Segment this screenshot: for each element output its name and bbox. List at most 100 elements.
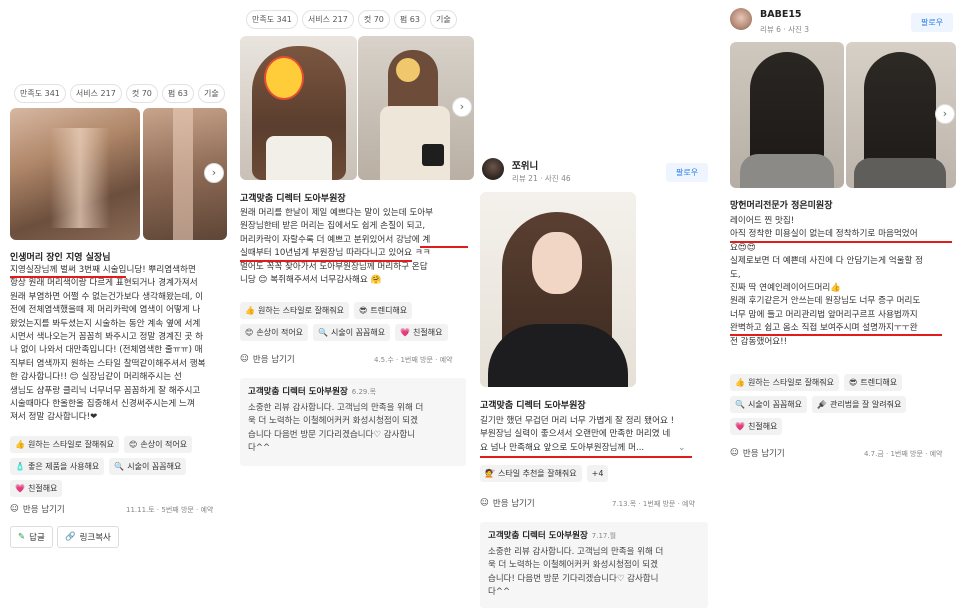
smiley-outline-icon: ☺ bbox=[240, 354, 249, 364]
review-photo-1[interactable] bbox=[240, 36, 357, 180]
tag-item: 👍 원하는 스타일로 잘해줘요 bbox=[730, 374, 840, 391]
chevron-right-icon: › bbox=[942, 107, 948, 120]
highlight-underline bbox=[480, 456, 692, 458]
review-text: 원래 머리를 한날이 제일 예쁘다는 말이 있는데 도아부 원장님한테 받은 머리… bbox=[240, 208, 434, 286]
review-photo-1[interactable] bbox=[730, 42, 844, 188]
next-photo-arrow[interactable]: › bbox=[204, 163, 224, 183]
react-button[interactable]: ☺ 반응 남기기 bbox=[240, 353, 295, 365]
chip-satisfaction[interactable]: 만족도 341 bbox=[246, 10, 298, 29]
avatar[interactable] bbox=[730, 8, 752, 30]
hair-icon: 💇 bbox=[485, 469, 495, 478]
tag-item: 💗 친절해요 bbox=[730, 418, 783, 435]
bottle-icon: 🧴 bbox=[15, 462, 25, 471]
smiley-outline-icon: ☺ bbox=[730, 448, 739, 458]
heart-icon: 💗 bbox=[735, 422, 745, 431]
chevron-right-icon: › bbox=[459, 100, 465, 113]
tag-list: 👍 원하는 스타일로 잘해줘요 😎 트렌디해요 😊 손상이 적어요 🔍 시술이 꼼꼼해요… bbox=[240, 302, 460, 341]
review-card-3: 쪼위니 리뷰 21 · 사진 46 팔로우 고객맞춤 디렉터 도아부원장 길기만… bbox=[474, 0, 716, 608]
tag-item: 😎 트렌디해요 bbox=[844, 374, 903, 391]
review-text: 지영실장님께 벌써 3번째 시술입니당! 뿌리염색하면 항상 원래 머리색이랑 다… bbox=[10, 265, 206, 423]
tag-item: 🔍 시술이 꼼꼼해요 bbox=[109, 458, 187, 475]
sunglasses-icon: 😎 bbox=[849, 378, 858, 387]
review-card-2: 만족도 341 서비스 217 컷 70 펌 63 기술 › 고객맞춤 디렉터 … bbox=[234, 0, 474, 608]
reply-author: 고객맞춤 디렉터 도아부원장 7.17.월 bbox=[488, 531, 617, 541]
user-name[interactable]: 쪼위니 bbox=[512, 158, 538, 172]
chip-skill[interactable]: 기술 bbox=[430, 10, 457, 29]
smile-icon: 😊 bbox=[129, 440, 138, 449]
chip-cut[interactable]: 컷 70 bbox=[357, 10, 390, 29]
chip-perm[interactable]: 펌 63 bbox=[161, 84, 194, 103]
chip-skill[interactable]: 기술 bbox=[198, 84, 225, 103]
smiley-outline-icon: ☺ bbox=[480, 498, 489, 508]
magnifier-icon: 🔍 bbox=[318, 328, 329, 337]
react-button[interactable]: ☺ 반응 남기기 bbox=[480, 497, 535, 509]
magnifier-icon: 🔍 bbox=[114, 462, 125, 471]
react-button[interactable]: ☺ 반응 남기기 bbox=[10, 503, 65, 515]
react-button[interactable]: ☺ 반응 남기기 bbox=[730, 447, 785, 459]
chip-service[interactable]: 서비스 217 bbox=[69, 84, 122, 103]
tag-item: 😊 손상이 적어요 bbox=[240, 324, 309, 341]
visit-meta: 4.7.금 · 1번째 방문 · 예약 bbox=[864, 450, 943, 458]
avatar[interactable] bbox=[482, 158, 504, 180]
chip-perm[interactable]: 펌 63 bbox=[393, 10, 426, 29]
tag-item: 🔍 시술이 꼼꼼해요 bbox=[730, 396, 808, 413]
tag-item: 💗 친절해요 bbox=[395, 324, 448, 341]
link-icon: 🔗 bbox=[65, 532, 76, 542]
highlight-underline bbox=[10, 276, 126, 278]
smiley-outline-icon: ☺ bbox=[10, 504, 19, 514]
expand-chevron-icon[interactable]: ⌄ bbox=[678, 443, 686, 453]
follow-button[interactable]: 팔로우 bbox=[911, 13, 954, 32]
comb-icon: 🪮 bbox=[817, 400, 827, 409]
user-stats: 리뷰 21 · 사진 46 bbox=[512, 174, 571, 183]
tag-item: 💇 스타일 추천을 잘해줘요 bbox=[480, 465, 582, 482]
pencil-icon: ✎ bbox=[18, 532, 26, 542]
shop-name[interactable]: 인생머리 장인 지영 실장님 bbox=[10, 250, 110, 263]
highlight-underline bbox=[730, 334, 942, 336]
sticker-icon bbox=[264, 56, 304, 100]
thumbs-up-icon: 👍 bbox=[245, 306, 255, 315]
sticker-icon bbox=[396, 58, 420, 82]
tag-item: 🧴 좋은 제품을 사용해요 bbox=[10, 458, 105, 475]
chip-satisfaction[interactable]: 만족도 341 bbox=[14, 84, 66, 103]
shop-name[interactable]: 고객맞춤 디렉터 도아부원장 bbox=[240, 191, 346, 204]
chevron-right-icon: › bbox=[211, 166, 217, 179]
next-photo-arrow[interactable]: › bbox=[452, 97, 472, 117]
chip-cut[interactable]: 컷 70 bbox=[125, 84, 158, 103]
keyword-chips: 만족도 341 서비스 217 컷 70 펌 63 기술 bbox=[14, 84, 225, 103]
next-photo-arrow[interactable]: › bbox=[935, 104, 955, 124]
reply-text: 소중한 리뷰 감사합니다. 고객님의 만족을 위해 더욱 더 노력하는 이철헤어… bbox=[488, 547, 664, 598]
review-text: 길기만 했던 무겁던 머리 너무 가볍게 잘 정리 됐어요 ! 부원장님 실력이 … bbox=[480, 416, 675, 453]
highlight-underline bbox=[240, 260, 412, 262]
visit-meta: 11.11.토 · 5번째 방문 · 예약 bbox=[126, 506, 214, 514]
heart-icon: 💗 bbox=[15, 484, 25, 493]
review-card-1: 만족도 341 서비스 217 컷 70 펌 63 기술 › 인생머리 장인 지… bbox=[0, 0, 232, 608]
thumbs-up-icon: 👍 bbox=[735, 378, 745, 387]
tag-item: 😊 손상이 적어요 bbox=[124, 436, 193, 453]
thumbs-up-icon: 👍 bbox=[15, 440, 25, 449]
reply-button[interactable]: ✎ 답글 bbox=[10, 526, 53, 548]
review-photo-1[interactable] bbox=[480, 192, 636, 387]
tag-list: 💇 스타일 추천을 잘해줘요 +4 bbox=[480, 465, 700, 482]
follow-button[interactable]: 팔로우 bbox=[666, 163, 709, 182]
shop-name[interactable]: 고객맞춤 디렉터 도아부원장 bbox=[480, 398, 586, 411]
reply-date: 7.17.월 bbox=[591, 532, 617, 540]
tag-item: 🪮 관리법을 잘 알려줘요 bbox=[812, 396, 907, 413]
owner-reply: 고객맞춤 디렉터 도아부원장 7.17.월 소중한 리뷰 감사합니다. 고객님의 … bbox=[480, 522, 708, 608]
review-card-4: BABE15 리뷰 6 · 사진 3 팔로우 › 망헌머리전문가 정은미원장 레… bbox=[718, 0, 966, 608]
reply-date: 6.29.목 bbox=[351, 388, 377, 396]
tag-list: 👍 원하는 스타일로 잘해줘요 😎 트렌디해요 🔍 시술이 꼼꼼해요 🪮 관리법을 잘 … bbox=[730, 374, 954, 435]
tag-item: 👍 원하는 스타일로 잘해줘요 bbox=[240, 302, 350, 319]
magnifier-icon: 🔍 bbox=[735, 400, 745, 409]
shop-name[interactable]: 망헌머리전문가 정은미원장 bbox=[730, 198, 833, 211]
tag-more[interactable]: +4 bbox=[586, 465, 609, 482]
chip-service[interactable]: 서비스 217 bbox=[301, 10, 354, 29]
owner-reply: 고객맞춤 디렉터 도아부원장 6.29.목 소중한 리뷰 감사합니다. 고객님의 … bbox=[240, 378, 466, 466]
user-name[interactable]: BABE15 bbox=[760, 9, 802, 20]
review-photo-1[interactable] bbox=[10, 108, 140, 240]
tag-item: 🔍 시술이 꼼꼼해요 bbox=[313, 324, 391, 341]
visit-meta: 7.13.목 · 1번째 방문 · 예약 bbox=[612, 500, 695, 508]
copy-link-button[interactable]: 🔗 링크복사 bbox=[57, 526, 119, 548]
review-text: 레이어드 찐 맛집! 아직 정착한 미용실이 없는데 정착하기로 마음먹었어 요😍😍… bbox=[730, 216, 924, 347]
heart-icon: 💗 bbox=[400, 328, 411, 337]
tag-item: 💗 친절해요 bbox=[10, 480, 63, 497]
